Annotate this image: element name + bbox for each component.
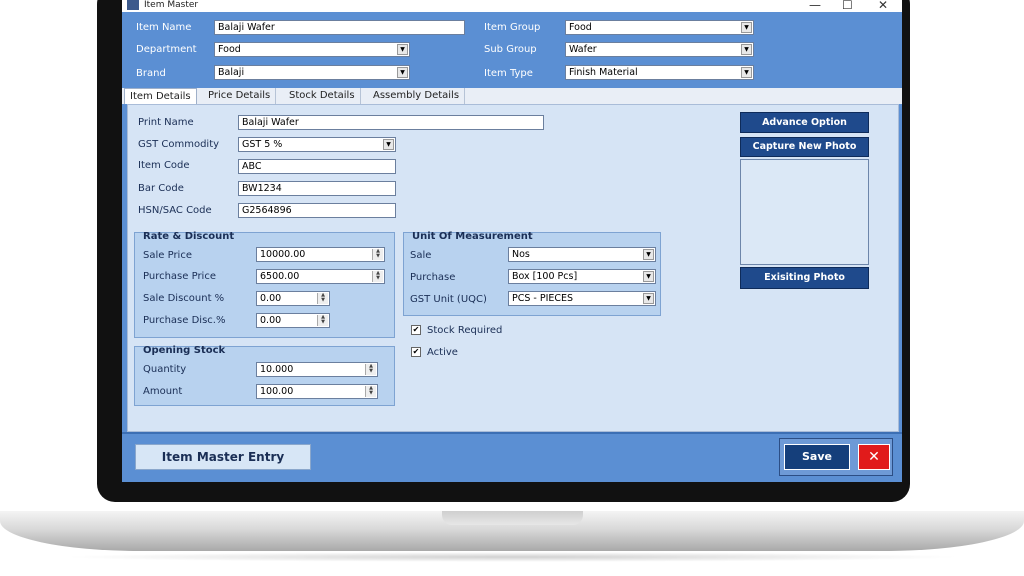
tab-price-details[interactable]: Price Details: [203, 88, 277, 104]
sale-discount-label: Sale Discount %: [143, 293, 225, 304]
spinner-icon[interactable]: ▲ ▼: [317, 293, 328, 304]
advance-option-button[interactable]: Advance Option: [740, 112, 869, 133]
gst-unit-select[interactable]: PCS - PIECES ▼: [508, 291, 656, 306]
amount-label: Amount: [143, 386, 183, 397]
print-name-input[interactable]: Balaji Wafer: [238, 115, 544, 130]
item-type-value: Finish Material: [569, 67, 638, 78]
active-checkbox[interactable]: ✔: [411, 347, 421, 357]
app-icon: [127, 0, 139, 10]
department-label: Department: [136, 44, 197, 55]
active-label: Active: [427, 347, 458, 358]
window-close-button[interactable]: ✕: [878, 0, 888, 12]
brand-label: Brand: [136, 68, 166, 79]
laptop-notch: [442, 511, 583, 525]
photo-preview: [740, 159, 869, 265]
close-button[interactable]: ✕: [858, 444, 890, 470]
hsn-sac-label: HSN/SAC Code: [138, 205, 212, 216]
spinner-icon[interactable]: ▲ ▼: [365, 386, 376, 397]
amount-input[interactable]: 100.00 ▲ ▼: [256, 384, 378, 399]
chevron-down-icon[interactable]: ▼: [397, 44, 408, 55]
item-group-label: Item Group: [484, 22, 541, 33]
gst-unit-value: PCS - PIECES: [512, 293, 574, 304]
maximize-button[interactable]: ☐: [842, 0, 853, 12]
department-select[interactable]: Food ▼: [214, 42, 410, 57]
tab-item-details[interactable]: Item Details: [124, 88, 197, 104]
entry-title: Item Master Entry: [135, 444, 311, 470]
bar-code-label: Bar Code: [138, 183, 184, 194]
item-type-select[interactable]: Finish Material ▼: [565, 65, 754, 80]
uom-sale-select[interactable]: Nos ▼: [508, 247, 656, 262]
save-button[interactable]: Save: [784, 444, 850, 470]
item-group-value: Food: [569, 22, 592, 33]
sale-discount-input[interactable]: 0.00 ▲ ▼: [256, 291, 330, 306]
print-name-label: Print Name: [138, 117, 194, 128]
laptop-shadow: [60, 552, 964, 562]
sale-price-value: 10000.00: [260, 249, 306, 260]
hsn-sac-input[interactable]: G2564896: [238, 203, 396, 218]
item-code-input[interactable]: ABC: [238, 159, 396, 174]
chevron-down-icon[interactable]: ▼: [741, 67, 752, 78]
gst-commodity-label: GST Commodity: [138, 139, 220, 150]
uom-title: Unit Of Measurement: [412, 231, 533, 242]
quantity-label: Quantity: [143, 364, 187, 375]
window-title: Item Master: [144, 0, 199, 10]
sale-discount-value: 0.00: [260, 293, 282, 304]
app-window: Item Master — ☐ ✕ Item Name Balaji Wafer…: [122, 0, 902, 482]
gst-commodity-select[interactable]: GST 5 % ▼: [238, 137, 396, 152]
sale-price-label: Sale Price: [143, 250, 192, 261]
amount-value: 100.00: [260, 386, 294, 397]
item-name-input[interactable]: Balaji Wafer: [214, 20, 465, 35]
item-type-label: Item Type: [484, 68, 533, 79]
purchase-disc-input[interactable]: 0.00 ▲ ▼: [256, 313, 330, 328]
chevron-down-icon[interactable]: ▼: [383, 139, 394, 150]
title-bar: Item Master — ☐ ✕: [122, 0, 902, 12]
purchase-price-value: 6500.00: [260, 271, 300, 282]
department-value: Food: [218, 44, 241, 55]
purchase-price-input[interactable]: 6500.00 ▲ ▼: [256, 269, 385, 284]
quantity-input[interactable]: 10.000 ▲ ▼: [256, 362, 378, 377]
uom-sale-label: Sale: [410, 250, 432, 261]
brand-value: Balaji: [218, 67, 245, 78]
tab-stock-details[interactable]: Stock Details: [284, 88, 361, 104]
rate-discount-title: Rate & Discount: [143, 231, 235, 242]
chevron-down-icon[interactable]: ▼: [643, 293, 654, 304]
sub-group-label: Sub Group: [484, 44, 537, 55]
minimize-button[interactable]: —: [809, 0, 821, 12]
stock-required-label: Stock Required: [427, 325, 503, 336]
item-name-label: Item Name: [136, 22, 192, 33]
chevron-down-icon[interactable]: ▼: [741, 22, 752, 33]
purchase-disc-label: Purchase Disc.%: [143, 315, 226, 326]
uom-purchase-label: Purchase: [410, 272, 456, 283]
purchase-price-label: Purchase Price: [143, 271, 216, 282]
gst-commodity-value: GST 5 %: [242, 139, 283, 150]
quantity-value: 10.000: [260, 364, 294, 375]
chevron-down-icon[interactable]: ▼: [741, 44, 752, 55]
gst-unit-label: GST Unit (UQC): [410, 294, 487, 305]
sale-price-input[interactable]: 10000.00 ▲ ▼: [256, 247, 385, 262]
footer-divider: [122, 432, 902, 434]
sub-group-select[interactable]: Wafer ▼: [565, 42, 754, 57]
spinner-icon[interactable]: ▲ ▼: [372, 249, 383, 260]
tab-bar: Item Details Price Details Stock Details…: [122, 88, 902, 104]
sub-group-value: Wafer: [569, 44, 597, 55]
spinner-icon[interactable]: ▲ ▼: [372, 271, 383, 282]
bar-code-input[interactable]: BW1234: [238, 181, 396, 196]
uom-purchase-select[interactable]: Box [100 Pcs] ▼: [508, 269, 656, 284]
capture-new-photo-button[interactable]: Capture New Photo: [740, 137, 869, 157]
stock-required-checkbox[interactable]: ✔: [411, 325, 421, 335]
uom-purchase-value: Box [100 Pcs]: [512, 271, 578, 282]
item-code-label: Item Code: [138, 160, 190, 171]
spinner-icon[interactable]: ▲ ▼: [365, 364, 376, 375]
uom-sale-value: Nos: [512, 249, 530, 260]
spinner-icon[interactable]: ▲ ▼: [317, 315, 328, 326]
chevron-down-icon[interactable]: ▼: [643, 271, 654, 282]
tab-assembly-details[interactable]: Assembly Details: [368, 88, 466, 104]
chevron-down-icon[interactable]: ▼: [397, 67, 408, 78]
purchase-disc-value: 0.00: [260, 315, 282, 326]
brand-select[interactable]: Balaji ▼: [214, 65, 410, 80]
chevron-down-icon[interactable]: ▼: [643, 249, 654, 260]
item-group-select[interactable]: Food ▼: [565, 20, 754, 35]
existing-photo-button[interactable]: Exisiting Photo: [740, 267, 869, 289]
opening-stock-title: Opening Stock: [143, 345, 226, 356]
